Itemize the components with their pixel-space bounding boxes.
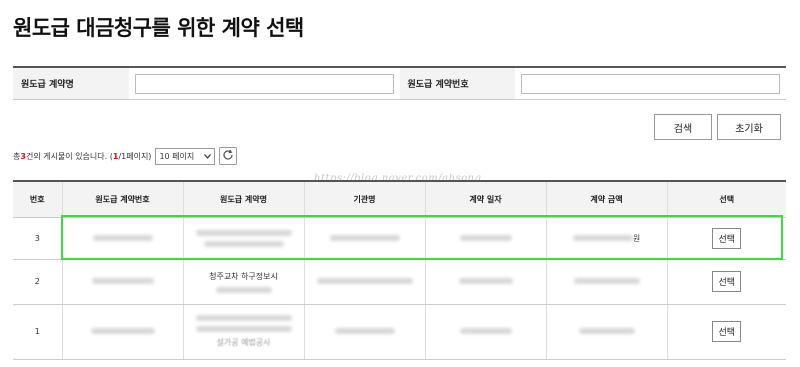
row-select-cell: 선택 (666, 259, 786, 305)
row-contract-number (61, 217, 183, 260)
row-contract-name (182, 217, 304, 260)
select-button[interactable]: 선택 (712, 321, 742, 342)
chevron-down-icon (204, 152, 212, 161)
row-contract-number (61, 259, 183, 305)
page-title: 원도급 대금청구를 위한 계약 선택 (13, 16, 304, 40)
table-row[interactable]: 1 설가공 예법공사 선택 (13, 304, 786, 360)
table-row[interactable]: 2 청주교차 하구정보시 선택 (13, 259, 786, 305)
col-header-select: 선택 (666, 180, 786, 218)
refresh-icon (222, 149, 234, 163)
refresh-button[interactable] (219, 147, 238, 165)
row-select-cell: 선택 (666, 217, 786, 260)
col-header-contract-name: 원도급 계약명 (182, 180, 304, 218)
row-contract-amount (545, 259, 667, 305)
table-row[interactable]: 3 원 선택 (13, 217, 786, 260)
row-agency (303, 304, 425, 360)
amount-suffix: 원 (632, 233, 641, 243)
contract-name-cell (129, 68, 400, 99)
row-contract-amount (545, 304, 667, 360)
contract-name-line: 설가공 예법공사 (216, 338, 271, 347)
row-select-cell: 선택 (666, 304, 786, 360)
contract-number-input[interactable] (521, 73, 780, 94)
row-no: 3 (13, 217, 62, 260)
contract-name-line: 청주교차 하구정보시 (209, 271, 278, 281)
col-header-contract-date: 계약 일자 (424, 180, 546, 218)
select-button[interactable]: 선택 (712, 271, 742, 292)
row-agency (303, 217, 425, 260)
col-header-agency: 기관명 (303, 180, 425, 218)
row-contract-amount: 원 (545, 217, 667, 260)
row-no: 1 (13, 304, 62, 360)
page-total: /1페이지) (118, 151, 152, 161)
col-header-contract-amount: 계약 금액 (545, 180, 667, 218)
row-contract-date (424, 217, 546, 260)
row-contract-number (61, 304, 183, 360)
result-summary: 총 3 건의 게시물이 있습니다. ( 1 /1페이지) 10 페이지 (13, 146, 238, 166)
row-contract-date (424, 259, 546, 305)
search-button[interactable]: 검색 (654, 114, 712, 140)
row-contract-name: 청주교차 하구정보시 (182, 259, 304, 305)
summary-prefix: 총 (13, 151, 21, 161)
contract-name-label: 원도급 계약명 (13, 68, 129, 99)
contract-number-cell (515, 68, 786, 99)
col-header-contract-number: 원도급 계약번호 (61, 180, 183, 218)
summary-suffix: 건의 게시물이 있습니다. ( (25, 151, 113, 161)
search-form: 원도급 계약명 원도급 계약번호 (13, 66, 786, 100)
table-header-row: 번호 원도급 계약번호 원도급 계약명 기관명 계약 일자 계약 금액 선택 (13, 180, 786, 218)
row-no: 2 (13, 259, 62, 305)
row-agency (303, 259, 425, 305)
col-header-no: 번호 (13, 180, 62, 218)
page-size-value: 10 페이지 (159, 151, 195, 161)
contract-table: 번호 원도급 계약번호 원도급 계약명 기관명 계약 일자 계약 금액 선택 3… (13, 180, 786, 360)
reset-button[interactable]: 초기화 (717, 114, 781, 140)
row-contract-date (424, 304, 546, 360)
contract-name-input[interactable] (134, 73, 394, 94)
row-contract-name: 설가공 예법공사 (182, 304, 304, 360)
contract-number-label: 원도급 계약번호 (399, 68, 516, 99)
page-size-select[interactable]: 10 페이지 (155, 147, 216, 165)
select-button[interactable]: 선택 (712, 227, 742, 249)
